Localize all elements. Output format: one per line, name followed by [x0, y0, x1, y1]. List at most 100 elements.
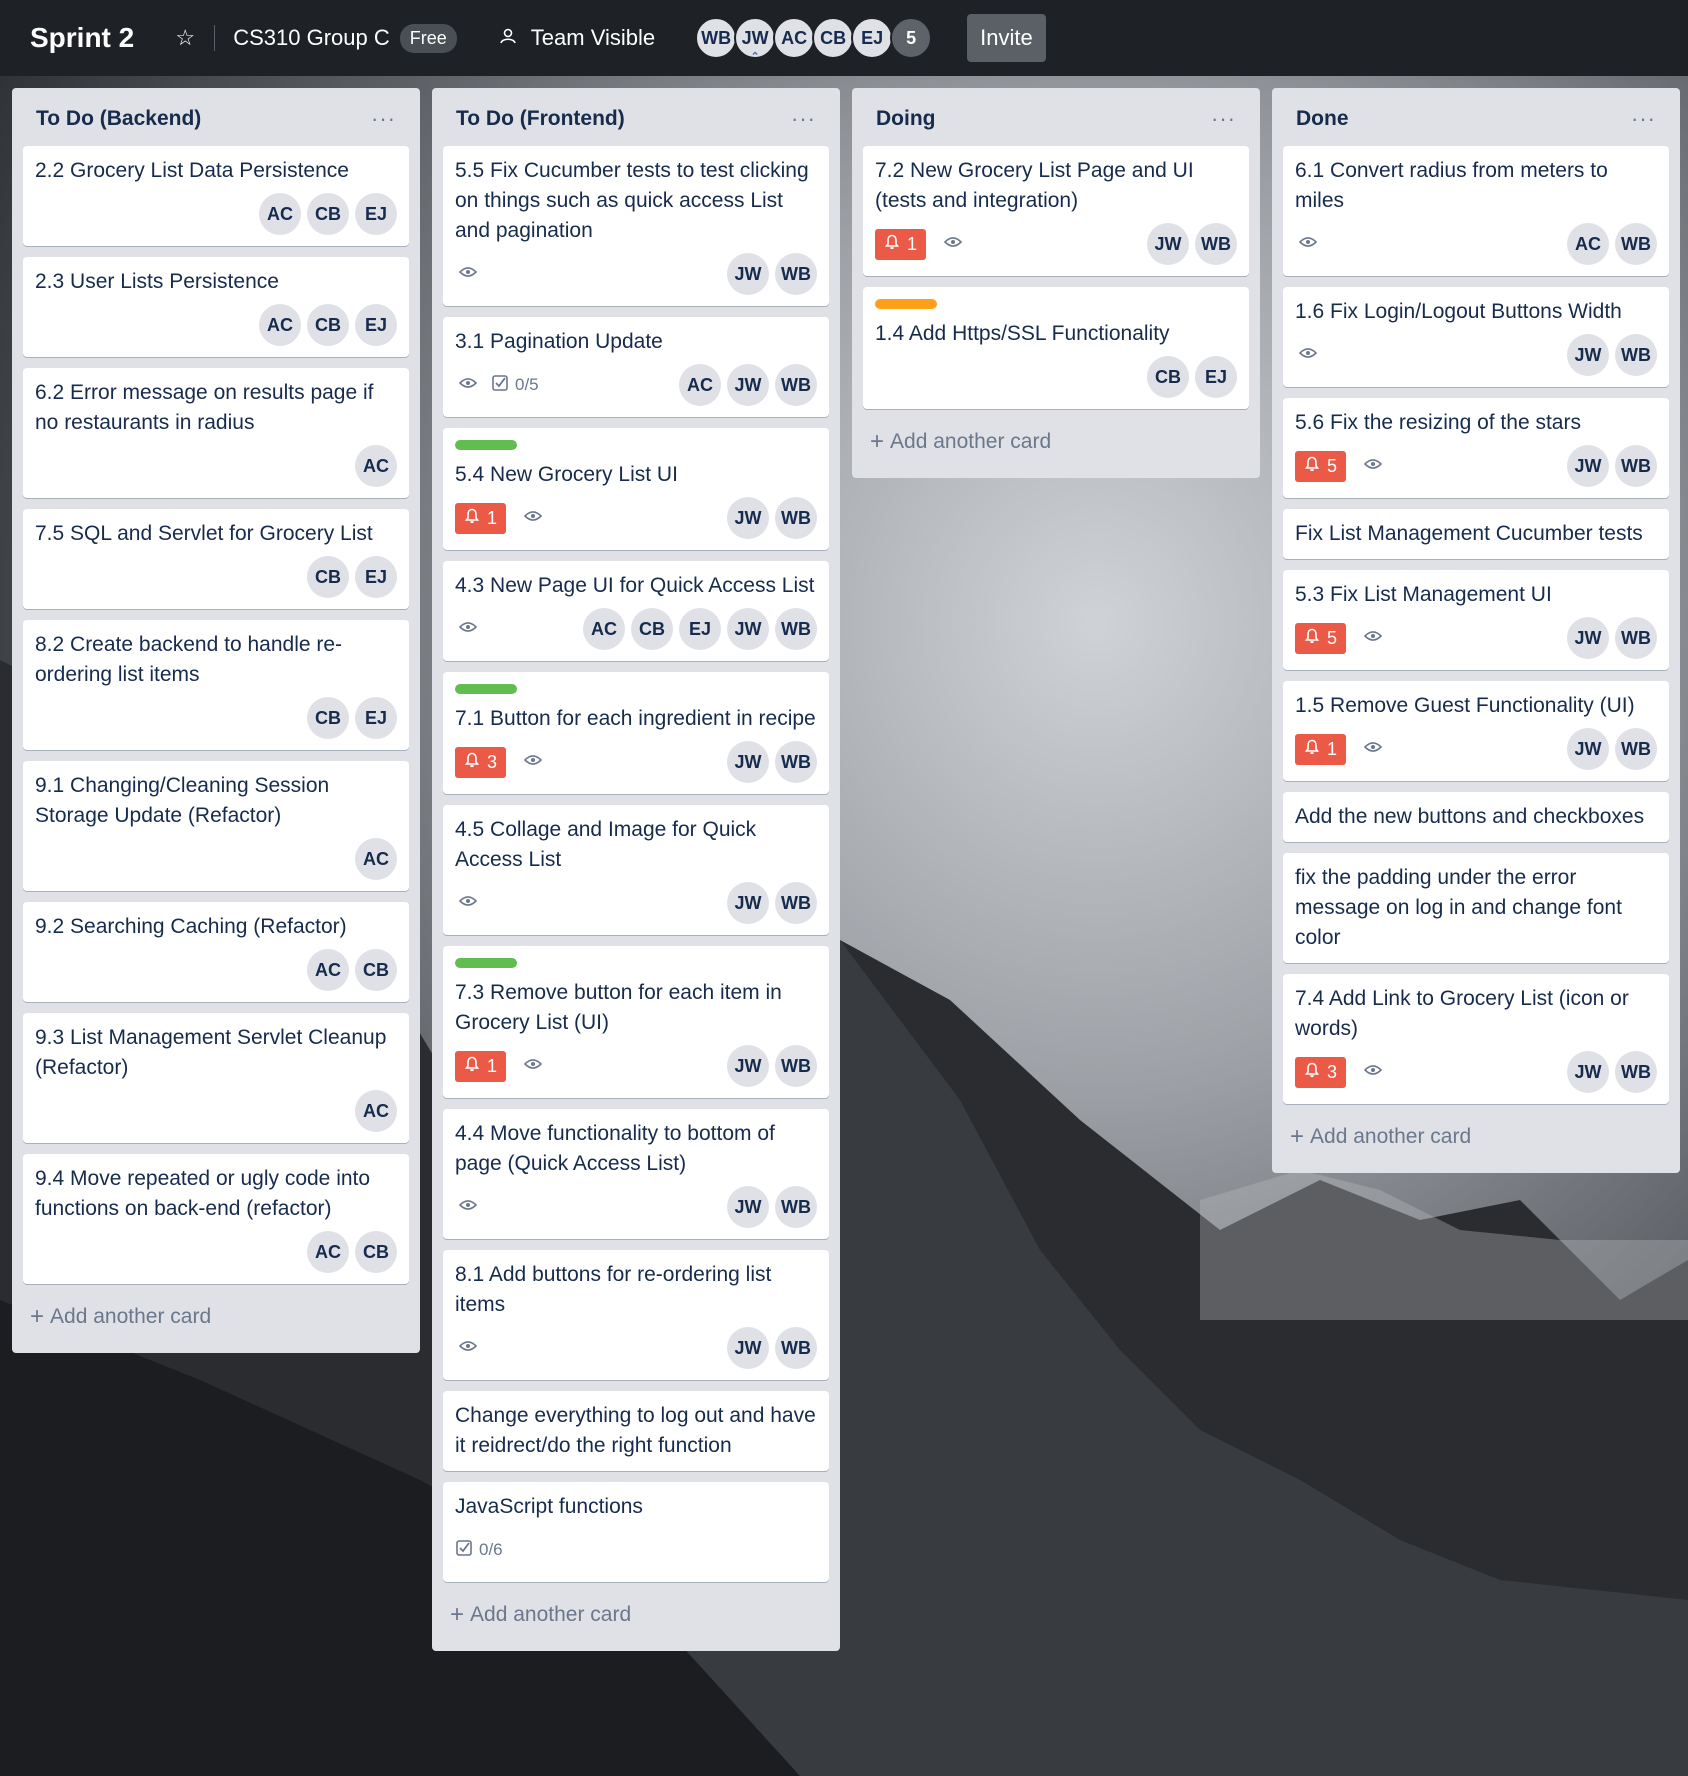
card[interactable]: 7.4 Add Link to Grocery List (icon or wo…: [1283, 974, 1669, 1104]
member-avatar[interactable]: JW: [1567, 334, 1609, 376]
member-avatar[interactable]: EJ: [355, 697, 397, 739]
member-avatar[interactable]: JW: [1567, 1051, 1609, 1093]
member-avatar[interactable]: WB: [1615, 445, 1657, 487]
member-avatar[interactable]: AC: [259, 193, 301, 235]
card[interactable]: 5.5 Fix Cucumber tests to test clicking …: [443, 146, 829, 306]
member-avatar[interactable]: WB: [1615, 728, 1657, 770]
member-avatar[interactable]: WB: [775, 364, 817, 406]
member-avatar[interactable]: WB: [775, 1045, 817, 1087]
member-avatar[interactable]: AC: [355, 1090, 397, 1132]
member-avatar[interactable]: AC: [583, 608, 625, 650]
card[interactable]: 1.6 Fix Login/Logout Buttons Width JW WB: [1283, 287, 1669, 387]
list-menu-icon[interactable]: ···: [371, 106, 396, 132]
member-avatar[interactable]: CB: [631, 608, 673, 650]
member-avatar[interactable]: AC: [355, 838, 397, 880]
member-avatar[interactable]: EJ: [1195, 356, 1237, 398]
member-avatar[interactable]: WB: [775, 1327, 817, 1369]
add-card-button[interactable]: + Add another card: [432, 1593, 840, 1651]
card[interactable]: 1.5 Remove Guest Functionality (UI) 1 JW WB: [1283, 681, 1669, 781]
list-title[interactable]: To Do (Backend): [36, 107, 201, 131]
card[interactable]: 4.5 Collage and Image for Quick Access L…: [443, 805, 829, 935]
card[interactable]: 6.2 Error message on results page if no …: [23, 368, 409, 498]
add-card-button[interactable]: + Add another card: [852, 420, 1260, 478]
member-avatar[interactable]: JW: [727, 741, 769, 783]
member-avatar[interactable]: WB: [1195, 223, 1237, 265]
member-avatar[interactable]: CB: [307, 697, 349, 739]
member-avatar[interactable]: AC: [1567, 223, 1609, 265]
add-card-button[interactable]: + Add another card: [1272, 1115, 1680, 1173]
member-avatar[interactable]: WB: [695, 17, 738, 59]
card[interactable]: 5.3 Fix List Management UI 5 JW WB: [1283, 570, 1669, 670]
member-avatar[interactable]: EJ: [355, 556, 397, 598]
member-avatar[interactable]: CB: [307, 193, 349, 235]
member-avatar[interactable]: CB: [1147, 356, 1189, 398]
member-avatar[interactable]: JW: [1567, 445, 1609, 487]
member-avatar[interactable]: AC: [355, 445, 397, 487]
visibility-button[interactable]: Team Visible: [531, 25, 655, 51]
card[interactable]: 9.2 Searching Caching (Refactor) AC CB: [23, 902, 409, 1002]
member-avatar[interactable]: WB: [1615, 617, 1657, 659]
member-avatar[interactable]: AC: [307, 949, 349, 991]
list-title[interactable]: Doing: [876, 107, 935, 131]
star-icon[interactable]: ☆: [174, 25, 196, 51]
member-overflow-count[interactable]: 5: [890, 17, 933, 59]
card[interactable]: 7.1 Button for each ingredient in recipe…: [443, 672, 829, 794]
member-avatar[interactable]: JW ⌃: [734, 17, 777, 63]
member-avatar[interactable]: WB: [1615, 334, 1657, 376]
card[interactable]: JavaScript functions 0/6: [443, 1482, 829, 1582]
member-avatar[interactable]: CB: [812, 17, 855, 59]
member-avatar[interactable]: AC: [307, 1231, 349, 1273]
member-avatar[interactable]: AC: [259, 304, 301, 346]
card-label[interactable]: [875, 299, 937, 309]
card[interactable]: Fix List Management Cucumber tests: [1283, 509, 1669, 559]
card-label[interactable]: [455, 958, 517, 968]
member-avatar[interactable]: WB: [775, 1186, 817, 1228]
card[interactable]: 5.4 New Grocery List UI 1 JW WB: [443, 428, 829, 550]
member-avatar[interactable]: JW: [1147, 223, 1189, 265]
list-title[interactable]: Done: [1296, 107, 1349, 131]
list-menu-icon[interactable]: ···: [791, 106, 816, 132]
member-avatar[interactable]: WB: [1615, 1051, 1657, 1093]
member-avatar[interactable]: WB: [775, 253, 817, 295]
member-avatar[interactable]: WB: [1615, 223, 1657, 265]
member-avatar[interactable]: CB: [355, 1231, 397, 1273]
card[interactable]: 8.1 Add buttons for re-ordering list ite…: [443, 1250, 829, 1380]
member-avatar[interactable]: WB: [775, 497, 817, 539]
card[interactable]: 2.3 User Lists Persistence AC CB EJ: [23, 257, 409, 357]
card[interactable]: Change everything to log out and have it…: [443, 1391, 829, 1471]
add-card-button[interactable]: + Add another card: [12, 1295, 420, 1353]
card[interactable]: fix the padding under the error message …: [1283, 853, 1669, 963]
team-name[interactable]: CS310 Group C: [233, 25, 390, 51]
card[interactable]: Add the new buttons and checkboxes: [1283, 792, 1669, 842]
invite-button[interactable]: Invite: [967, 14, 1046, 62]
member-avatar[interactable]: WB: [775, 882, 817, 924]
member-avatar[interactable]: EJ: [851, 17, 894, 59]
card[interactable]: 4.3 New Page UI for Quick Access List AC C…: [443, 561, 829, 661]
card[interactable]: 4.4 Move functionality to bottom of page…: [443, 1109, 829, 1239]
member-avatar[interactable]: WB: [775, 741, 817, 783]
member-avatar[interactable]: JW: [727, 882, 769, 924]
member-avatar[interactable]: AC: [679, 364, 721, 406]
member-avatar[interactable]: JW: [727, 1045, 769, 1087]
member-avatar[interactable]: EJ: [355, 304, 397, 346]
card[interactable]: 9.3 List Management Servlet Cleanup (Ref…: [23, 1013, 409, 1143]
card[interactable]: 7.3 Remove button for each item in Groce…: [443, 946, 829, 1098]
card-label[interactable]: [455, 440, 517, 450]
card[interactable]: 3.1 Pagination Update 0/5 AC JW WB: [443, 317, 829, 417]
card[interactable]: 2.2 Grocery List Data Persistence AC CB EJ: [23, 146, 409, 246]
card[interactable]: 6.1 Convert radius from meters to miles A…: [1283, 146, 1669, 276]
list-title[interactable]: To Do (Frontend): [456, 107, 625, 131]
list-menu-icon[interactable]: ···: [1211, 106, 1236, 132]
member-avatar[interactable]: JW: [727, 253, 769, 295]
member-avatar[interactable]: EJ: [679, 608, 721, 650]
card[interactable]: 7.2 New Grocery List Page and UI (tests …: [863, 146, 1249, 276]
member-avatar[interactable]: JW: [727, 1327, 769, 1369]
board-title[interactable]: Sprint 2: [30, 22, 134, 54]
card[interactable]: 8.2 Create backend to handle re-ordering…: [23, 620, 409, 750]
member-avatar[interactable]: CB: [355, 949, 397, 991]
card[interactable]: 9.1 Changing/Cleaning Session Storage Up…: [23, 761, 409, 891]
member-avatar[interactable]: JW: [727, 608, 769, 650]
member-avatar[interactable]: EJ: [355, 193, 397, 235]
member-avatar[interactable]: CB: [307, 304, 349, 346]
card-label[interactable]: [455, 684, 517, 694]
